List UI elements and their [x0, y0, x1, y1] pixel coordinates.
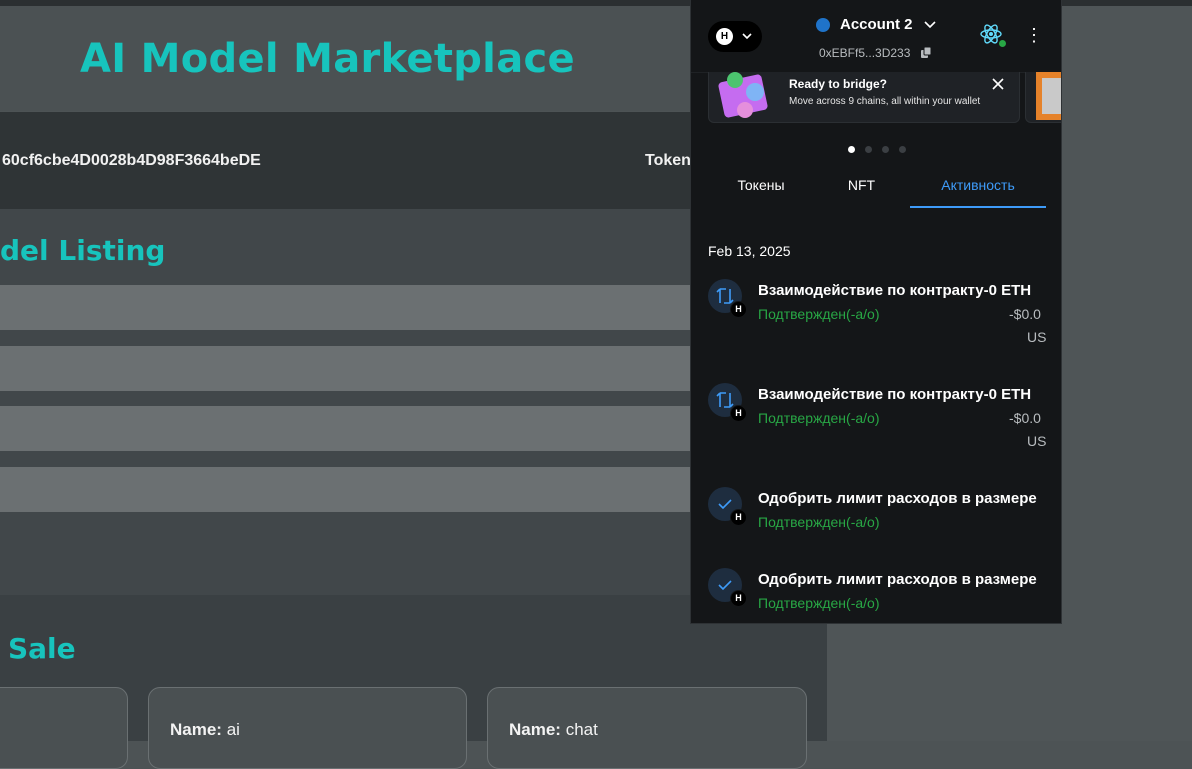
bridge-banner[interactable]: Ready to bridge? Move across 9 chains, a… — [708, 72, 1020, 123]
page-title: AI Model Marketplace — [80, 36, 575, 82]
banner-title: Ready to bridge? — [789, 77, 888, 91]
carousel-dot[interactable] — [882, 146, 889, 153]
carousel-dot-active[interactable] — [848, 146, 855, 153]
tab-nft[interactable]: NFT — [814, 172, 909, 206]
activity-title: Взаимодействие по контракту-0 ETH — [758, 386, 1032, 403]
model-card[interactable]: Name: ai — [148, 687, 467, 769]
activity-status: Подтвержден(-а/о) — [758, 410, 880, 426]
account-avatar-icon — [816, 18, 830, 32]
banner-subtitle: Move across 9 chains, all within your wa… — [789, 96, 981, 107]
tab-tokens[interactable]: Токены — [708, 172, 814, 206]
next-banner-preview[interactable] — [1025, 72, 1061, 123]
activity-title: Одобрить лимит расходов в размере — [758, 490, 1037, 507]
activity-amount: -$0.0 — [1009, 410, 1041, 426]
activity-date: Feb 13, 2025 — [708, 243, 791, 259]
activity-item[interactable]: H Взаимодействие по контракту-0 ETH Подт… — [691, 279, 1061, 359]
activity-item[interactable]: H Одобрить лимит расходов в размере Подт… — [691, 568, 1061, 623]
bridge-illustration-icon — [718, 72, 768, 118]
wallet-tabs: Токены NFT Активность — [691, 172, 1061, 208]
activity-status: Подтвержден(-а/о) — [758, 514, 880, 530]
activity-currency: US — [1027, 433, 1047, 449]
account-address[interactable]: 0xEBFf5...3D233 — [819, 46, 910, 60]
wallet-header: H Account 2 0xEBFf5...3D233 ⋮ — [691, 0, 1061, 73]
network-badge: H — [730, 509, 747, 526]
carousel-dots — [848, 140, 916, 158]
copy-icon[interactable] — [920, 46, 933, 59]
more-options-icon[interactable]: ⋮ — [1025, 24, 1043, 46]
activity-title: Одобрить лимит расходов в размере — [758, 571, 1037, 588]
network-badge: H — [730, 405, 747, 422]
listing-title: del Listing — [0, 234, 166, 267]
activity-item[interactable]: H Одобрить лимит расходов в размере Подт… — [691, 487, 1061, 567]
activity-status: Подтвержден(-а/о) — [758, 306, 880, 322]
tab-activity[interactable]: Активность — [910, 172, 1046, 208]
network-badge: H — [716, 28, 733, 45]
banner-preview-icon — [1036, 72, 1061, 120]
model-card[interactable] — [0, 687, 128, 769]
account-name[interactable]: Account 2 — [840, 16, 913, 33]
close-icon[interactable] — [990, 76, 1006, 92]
token-label: Token — [645, 152, 691, 169]
activity-title: Взаимодействие по контракту-0 ETH — [758, 282, 1032, 299]
sale-title: Sale — [8, 632, 76, 665]
card-name: Name: ai — [170, 720, 240, 739]
activity-item[interactable]: H Взаимодействие по контракту-0 ETH Подт… — [691, 383, 1061, 463]
network-badge: H — [730, 301, 747, 318]
activity-currency: US — [1027, 329, 1047, 345]
wallet-popup: H Account 2 0xEBFf5...3D233 ⋮ Ready to b… — [690, 0, 1062, 624]
activity-status: Подтвержден(-а/о) — [758, 595, 880, 611]
carousel-dot[interactable] — [865, 146, 872, 153]
model-card[interactable]: Name: chat — [487, 687, 807, 769]
network-picker[interactable]: H — [708, 21, 762, 52]
connected-address: 60cf6cbe4D0028b4D98F3664beDE — [2, 152, 261, 169]
activity-amount: -$0.0 — [1009, 306, 1041, 322]
carousel-dot[interactable] — [899, 146, 906, 153]
chevron-down-icon[interactable] — [923, 18, 937, 32]
connection-status-dot — [998, 39, 1007, 48]
chevron-down-icon — [742, 33, 752, 40]
card-name: Name: chat — [509, 720, 598, 739]
network-badge: H — [730, 590, 747, 607]
